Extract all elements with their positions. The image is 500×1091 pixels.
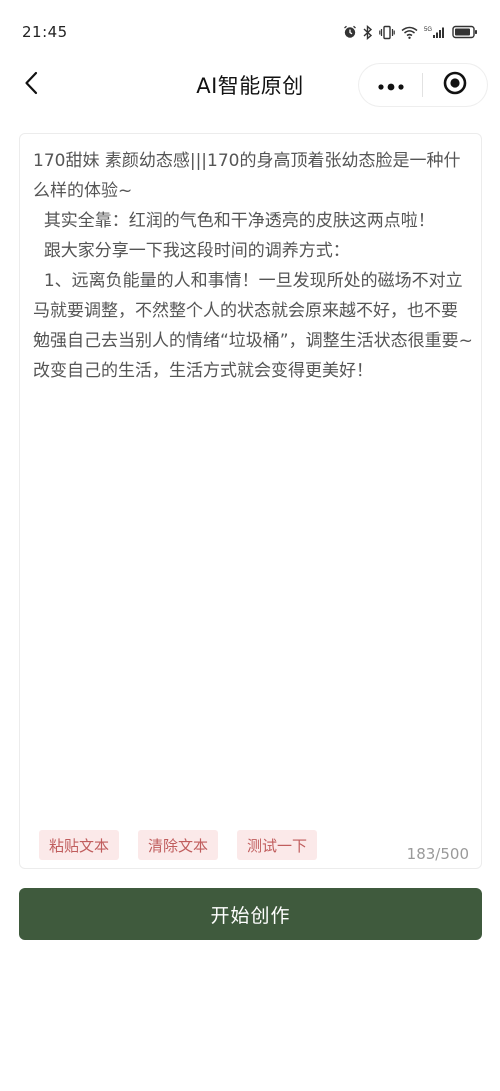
clear-text-button[interactable]: 清除文本 [138, 830, 219, 860]
action-row: 粘贴文本 清除文本 测试一下 [39, 830, 318, 860]
nav-bar: AI智能原创 [0, 64, 500, 106]
mini-program-capsule [359, 64, 487, 106]
test-button[interactable]: 测试一下 [237, 830, 318, 860]
status-bar: 21:45 5G [0, 0, 500, 64]
text-editor-card[interactable]: 170甜妹 素颜幼态感|||170的身高顶着张幼态脸是一种什么样的体验~ 其实全… [19, 133, 482, 869]
status-time: 21:45 [22, 23, 68, 41]
start-create-button[interactable]: 开始创作 [19, 888, 482, 940]
more-dots-icon [377, 76, 405, 95]
signal-5g-icon: 5G [424, 25, 446, 39]
battery-icon [452, 25, 478, 39]
svg-text:5G: 5G [424, 27, 432, 33]
alarm-icon [343, 25, 357, 39]
char-count: 183/500 [406, 845, 469, 863]
content-textarea[interactable]: 170甜妹 素颜幼态感|||170的身高顶着张幼态脸是一种什么样的体验~ 其实全… [33, 146, 473, 386]
wifi-icon [401, 26, 418, 39]
status-icons: 5G [343, 24, 478, 40]
more-button[interactable] [359, 64, 422, 106]
paste-text-button[interactable]: 粘贴文本 [39, 830, 120, 860]
close-button[interactable] [423, 64, 486, 106]
vibrate-icon [379, 25, 395, 40]
target-close-icon [443, 71, 467, 99]
bluetooth-icon [363, 24, 373, 40]
